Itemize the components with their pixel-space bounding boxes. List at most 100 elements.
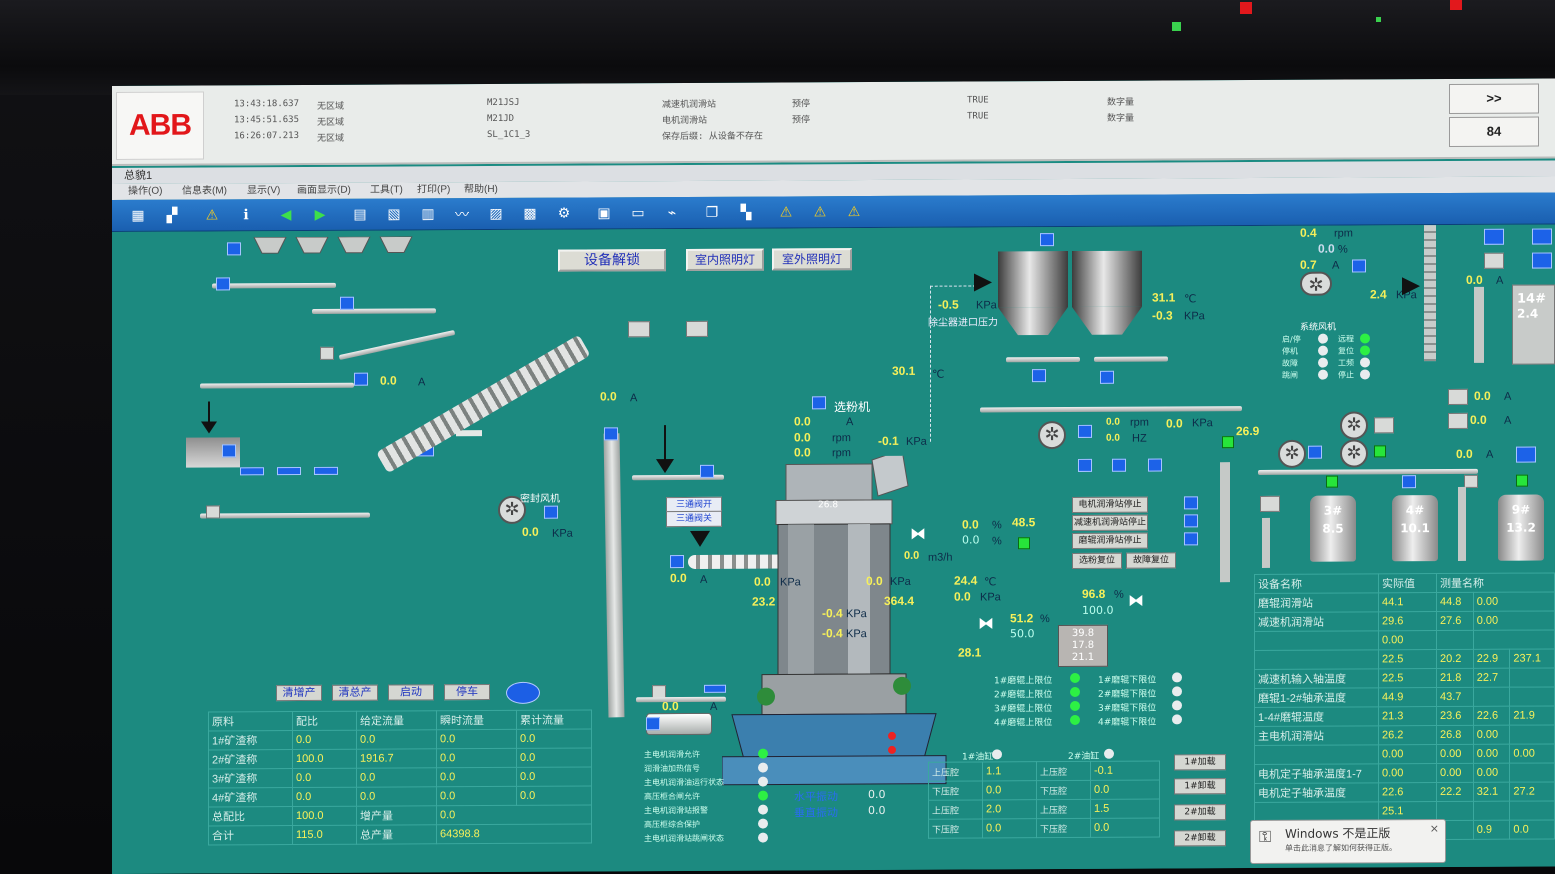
fan-icon[interactable]: ✲ bbox=[1038, 421, 1066, 450]
valve-icon[interactable]: ⧓ bbox=[1128, 591, 1144, 610]
report-icon[interactable]: ▣ bbox=[592, 201, 616, 225]
unload-2-button[interactable]: 2#卸载 bbox=[1174, 830, 1226, 847]
fan-icon[interactable]: ✲ bbox=[1340, 411, 1368, 440]
fault-reset-button[interactable]: 故障复位 bbox=[1126, 552, 1176, 569]
trend-icon[interactable]: 〰 bbox=[450, 202, 474, 226]
collector-indicator[interactable] bbox=[1040, 233, 1054, 247]
grid-icon[interactable]: ▦ bbox=[126, 204, 150, 228]
info-icon[interactable]: ℹ bbox=[234, 203, 258, 227]
clear-total-button[interactable]: 清总产 bbox=[332, 684, 378, 701]
valve-icon[interactable]: ⧓ bbox=[978, 613, 994, 632]
clear-increase-button[interactable]: 清增产 bbox=[276, 684, 322, 702]
weigh-feeder[interactable] bbox=[277, 467, 301, 476]
forward-icon[interactable]: ▶ bbox=[308, 203, 332, 227]
outdoor-light-button[interactable]: 室外照明灯 bbox=[772, 248, 852, 271]
right-indicator[interactable] bbox=[1532, 228, 1552, 245]
lube-indicator[interactable] bbox=[1184, 496, 1198, 510]
lube-indicator[interactable] bbox=[1184, 532, 1198, 546]
warning-icon[interactable]: ⚠ bbox=[200, 203, 224, 227]
sys-fan-indicator[interactable] bbox=[1352, 259, 1366, 273]
document-icon[interactable]: ▤ bbox=[348, 203, 372, 227]
fan-indicator[interactable] bbox=[1112, 458, 1126, 472]
feeder-indicator[interactable] bbox=[227, 242, 241, 256]
fan-indicator[interactable] bbox=[1078, 458, 1092, 472]
chart2-icon[interactable]: ▩ bbox=[518, 202, 542, 226]
belt-motor[interactable] bbox=[206, 505, 220, 519]
discharge-indicator[interactable] bbox=[1100, 370, 1114, 384]
chimney-indicator[interactable] bbox=[1484, 228, 1504, 245]
tile-icon[interactable]: ▚ bbox=[734, 201, 758, 225]
menu-print[interactable]: 打印(P) bbox=[417, 182, 450, 198]
reducer-lube-stop-button[interactable]: 减速机润滑站停止 bbox=[1072, 514, 1148, 531]
elevator-column bbox=[1458, 486, 1466, 561]
close-icon[interactable]: × bbox=[1430, 822, 1439, 835]
table-row: 电机定子轴承温度1-7 0.00 0.00 0.00 bbox=[1254, 762, 1555, 784]
menu-screen[interactable]: 画面显示(D) bbox=[297, 183, 351, 199]
menu-help[interactable]: 帮助(H) bbox=[464, 182, 498, 198]
alarm3-icon[interactable]: ⚠ bbox=[842, 200, 866, 224]
lube-indicator[interactable] bbox=[1184, 514, 1198, 528]
table-icon[interactable]: ▥ bbox=[416, 202, 440, 226]
belt-motor[interactable] bbox=[320, 346, 334, 360]
discharge-indicator[interactable] bbox=[1032, 369, 1046, 383]
motor-lube-stop-button[interactable]: 电机润滑站停止 bbox=[1072, 496, 1148, 513]
right-indicator[interactable] bbox=[1532, 252, 1552, 269]
valve-icon[interactable]: ⧓ bbox=[910, 524, 926, 543]
windows-activation-notice[interactable]: ⚿ Windows 不是正版 单击此消息了解如何获得正版。 × bbox=[1250, 819, 1446, 865]
tank-indicator[interactable] bbox=[1402, 475, 1416, 489]
load-1-button[interactable]: 1#加载 bbox=[1174, 754, 1226, 771]
back-icon[interactable]: ◀ bbox=[274, 203, 298, 227]
iron-indicator[interactable] bbox=[222, 444, 236, 458]
stop-button[interactable]: 停车 bbox=[444, 684, 490, 701]
separator-label: 选粉机 bbox=[834, 400, 871, 415]
menu-info[interactable]: 信息表(M) bbox=[182, 183, 227, 199]
alarm-icon[interactable]: ⚠ bbox=[774, 200, 798, 224]
seal-fan-indicator[interactable] bbox=[544, 505, 558, 519]
weigh-feeder[interactable] bbox=[240, 467, 264, 476]
separator-indicator[interactable] bbox=[812, 396, 826, 410]
unlock-button[interactable]: 设备解锁 bbox=[558, 249, 666, 272]
screw-indicator[interactable] bbox=[670, 555, 684, 569]
fan-icon[interactable]: ✲ bbox=[1340, 439, 1368, 468]
process-canvas: 0.0 A 0.0 A ✲ 密封风机 0.0 KPa 设备解锁 室内照明灯 室外… bbox=[112, 224, 1555, 874]
window-icon[interactable]: ❐ bbox=[700, 201, 724, 225]
indoor-light-button[interactable]: 室内照明灯 bbox=[686, 248, 764, 271]
fan-indicator[interactable] bbox=[1148, 458, 1162, 472]
belt-indicator[interactable] bbox=[354, 372, 368, 386]
image-icon[interactable]: ▧ bbox=[382, 202, 406, 226]
layout-icon[interactable]: ▞ bbox=[160, 204, 184, 228]
feeder-indicator[interactable] bbox=[216, 277, 230, 291]
fan-indicator[interactable] bbox=[1308, 445, 1322, 459]
run-status-indicator[interactable] bbox=[506, 681, 540, 704]
alarm-next-button[interactable]: >> bbox=[1449, 83, 1539, 114]
weigh-feeder[interactable] bbox=[314, 466, 338, 475]
fan-icon[interactable]: ✲ bbox=[1278, 439, 1306, 468]
menu-view[interactable]: 显示(V) bbox=[247, 183, 280, 199]
settings-icon[interactable]: ⚙ bbox=[552, 202, 576, 226]
right-indicator[interactable] bbox=[1516, 446, 1536, 463]
system-fan-icon[interactable]: ✲ bbox=[1300, 271, 1332, 296]
sys-state-label: 工频 bbox=[1338, 358, 1354, 368]
start-button[interactable]: 启动 bbox=[388, 684, 434, 701]
unload-1-button[interactable]: 1#卸载 bbox=[1174, 778, 1226, 795]
unit-amp: A bbox=[630, 392, 638, 405]
feed-indicator[interactable] bbox=[700, 464, 714, 478]
chart-icon[interactable]: ▨ bbox=[484, 202, 508, 226]
table-row: 磨辊润滑站 44.1 44.8 0.00 bbox=[1254, 591, 1555, 613]
panel-icon[interactable]: ▭ bbox=[626, 201, 650, 225]
load-2-button[interactable]: 2#加载 bbox=[1174, 804, 1226, 821]
fan-indicator[interactable] bbox=[1078, 424, 1092, 438]
menu-tools[interactable]: 工具(T) bbox=[370, 182, 403, 198]
separator-reset-button[interactable]: 选粉复位 bbox=[1072, 552, 1122, 569]
three-way-close-button[interactable]: 三通阀关 bbox=[666, 510, 722, 528]
alarm2-icon[interactable]: ⚠ bbox=[808, 200, 832, 224]
elevator-indicator[interactable] bbox=[604, 427, 618, 441]
status-led bbox=[1450, 0, 1462, 10]
feeder-indicator[interactable] bbox=[340, 296, 354, 310]
roller-lube-stop-button[interactable]: 磨辊润滑站停止 bbox=[1072, 532, 1148, 549]
reject-indicator[interactable] bbox=[704, 684, 726, 693]
motor-indicator[interactable] bbox=[646, 717, 660, 731]
menu-operate[interactable]: 操作(O) bbox=[128, 184, 162, 200]
limit-lamp bbox=[1070, 700, 1080, 711]
graph-icon[interactable]: ⌁ bbox=[660, 201, 684, 225]
